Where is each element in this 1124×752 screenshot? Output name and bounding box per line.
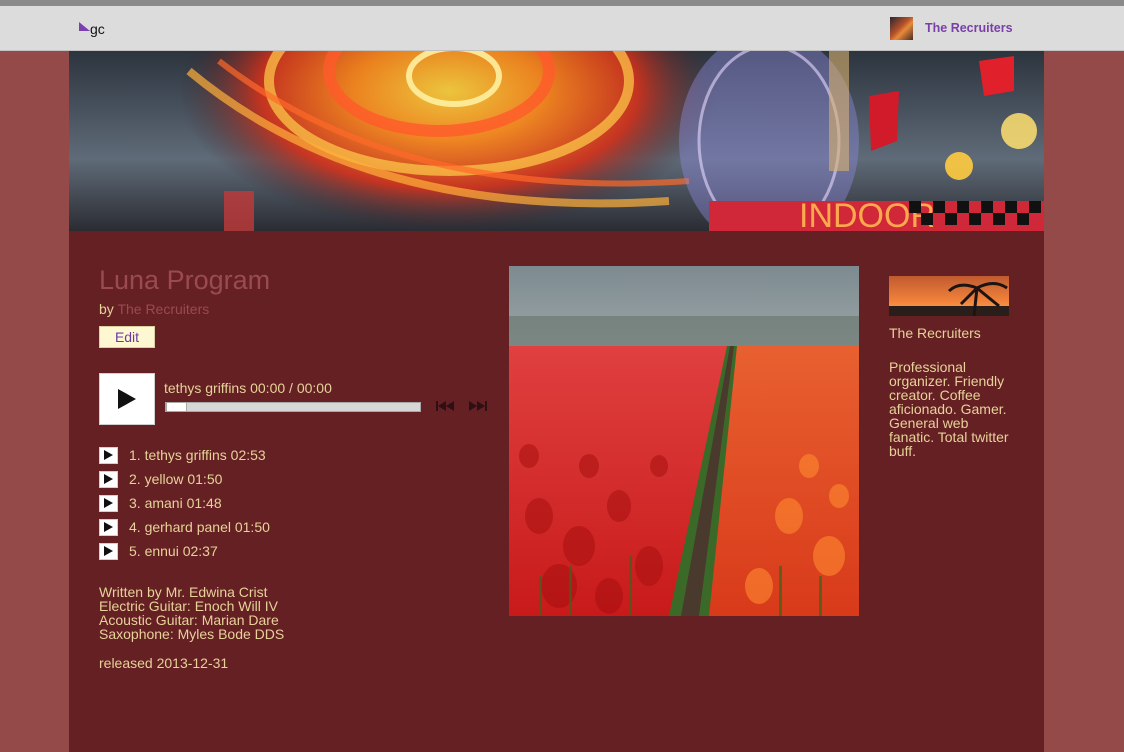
progress-bar[interactable]	[165, 402, 421, 412]
skip-back-icon	[436, 401, 454, 411]
track-title[interactable]: 4. gerhard panel 01:50	[129, 519, 270, 535]
track-play-button[interactable]	[99, 470, 118, 488]
previous-track-button[interactable]	[435, 398, 455, 414]
credit-line: Electric Guitar: Enoch Will IV	[99, 598, 278, 614]
byline-prefix: by	[99, 301, 114, 317]
track-play-button[interactable]	[99, 446, 118, 464]
track-title[interactable]: 2. yellow 01:50	[129, 471, 222, 487]
progress-handle[interactable]	[166, 402, 187, 412]
user-avatar	[890, 16, 913, 40]
user-profile-link[interactable]: The Recruiters	[890, 16, 1013, 40]
top-navigation-bar: gc The Recruiters	[0, 6, 1124, 51]
artist-thumbnail[interactable]	[889, 276, 1009, 316]
logo-text: gc	[90, 21, 105, 37]
skip-forward-icon	[469, 401, 487, 411]
track-row: 5. ennui 02:37	[99, 539, 270, 563]
banner-carnival-icon: INDOOR	[69, 51, 1044, 231]
main-play-button[interactable]	[99, 373, 155, 425]
banner-image: INDOOR	[69, 51, 1044, 231]
play-icon	[104, 546, 113, 556]
album-byline: by The Recruiters	[99, 301, 209, 317]
album-title: Luna Program	[99, 265, 271, 295]
next-track-button[interactable]	[468, 398, 488, 414]
now-playing-text: tethys griffins 00:00 / 00:00	[164, 380, 332, 396]
track-title[interactable]: 3. amani 01:48	[129, 495, 222, 511]
main-content: INDOOR Luna Program by The Recruiters Ed…	[69, 51, 1044, 752]
credit-line: Acoustic Guitar: Marian Dare	[99, 612, 279, 628]
play-icon	[118, 389, 136, 409]
track-row: 3. amani 01:48	[99, 491, 270, 515]
artist-bio: Professional organizer. Friendly creator…	[889, 359, 1009, 459]
album-credits: Written by Mr. Edwina Crist Electric Gui…	[99, 585, 284, 641]
track-list: 1. tethys griffins 02:53 2. yellow 01:50…	[99, 443, 270, 563]
album-cover-image	[509, 266, 859, 616]
play-icon	[104, 498, 113, 508]
artist-link[interactable]: The Recruiters	[117, 301, 209, 317]
tulip-field-icon	[509, 266, 859, 616]
site-logo[interactable]: gc	[79, 21, 105, 37]
track-title[interactable]: 5. ennui 02:37	[129, 543, 218, 559]
track-play-button[interactable]	[99, 542, 118, 560]
track-play-button[interactable]	[99, 494, 118, 512]
track-title[interactable]: 1. tethys griffins 02:53	[129, 447, 266, 463]
track-play-button[interactable]	[99, 518, 118, 536]
user-name: The Recruiters	[925, 21, 1013, 35]
sidebar-artist-name[interactable]: The Recruiters	[889, 325, 981, 341]
logo-triangle-icon	[79, 22, 90, 31]
track-row: 2. yellow 01:50	[99, 467, 270, 491]
credit-line: Written by Mr. Edwina Crist	[99, 584, 268, 600]
play-icon	[104, 474, 113, 484]
play-icon	[104, 522, 113, 532]
sunset-palm-icon	[889, 276, 1009, 316]
credit-line: Saxophone: Myles Bode DDS	[99, 626, 285, 642]
edit-button[interactable]: Edit	[99, 326, 155, 348]
release-date: released 2013-12-31	[99, 655, 229, 671]
track-row: 4. gerhard panel 01:50	[99, 515, 270, 539]
track-row: 1. tethys griffins 02:53	[99, 443, 270, 467]
play-icon	[104, 450, 113, 460]
